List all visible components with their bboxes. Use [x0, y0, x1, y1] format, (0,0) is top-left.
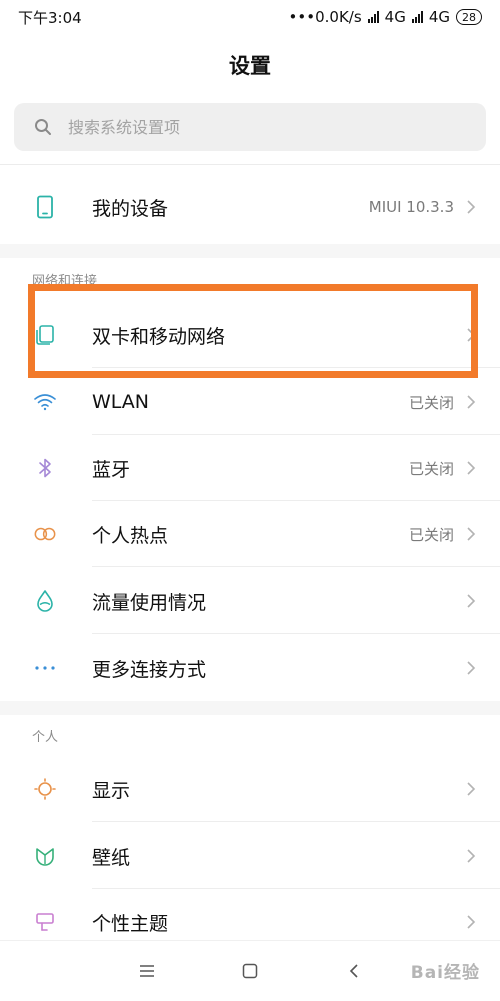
chevron-right-icon — [467, 915, 476, 929]
settings-item-label: 更多连接方式 — [92, 658, 207, 681]
settings-item-display[interactable]: 显示 — [0, 756, 500, 822]
page-title: 设置 — [229, 54, 271, 78]
home-button[interactable] — [236, 957, 264, 985]
menu-icon — [140, 965, 154, 977]
settings-item-value: 已关闭 — [408, 525, 454, 544]
chevron-right-icon — [467, 200, 476, 214]
settings-item-data-usage[interactable]: 流量使用情况 — [0, 568, 500, 634]
chevron-right-icon — [467, 782, 476, 796]
sim1-network-type: 4G — [384, 8, 406, 26]
watermark: Bai经验 — [410, 963, 480, 983]
settings-item-label: 个性主题 — [92, 912, 169, 935]
settings-item-wlan[interactable]: WLAN 已关闭 — [0, 369, 500, 435]
settings-item-label: 个人热点 — [92, 524, 169, 547]
chevron-right-icon — [467, 849, 476, 863]
search-bar[interactable] — [14, 103, 486, 151]
settings-item-value: MIUI 10.3.3 — [368, 198, 454, 216]
chevron-right-icon — [467, 461, 476, 475]
settings-item-label: 流量使用情况 — [92, 591, 207, 614]
section-title-personal: 个人 — [32, 730, 59, 745]
battery-icon: 28 — [456, 9, 482, 25]
chevron-right-icon — [467, 594, 476, 608]
settings-item-label: 双卡和移动网络 — [92, 325, 226, 348]
signal-icon — [367, 11, 379, 23]
sim2-network-type: 4G — [428, 8, 450, 26]
section-gap — [0, 701, 500, 715]
status-time: 下午3:04 — [18, 8, 82, 27]
settings-item-label: WLAN — [92, 391, 150, 413]
more-icon — [33, 656, 57, 680]
signal-icon — [411, 11, 423, 23]
settings-item-label: 壁纸 — [92, 846, 131, 869]
menu-button[interactable] — [133, 957, 161, 985]
theme-icon — [33, 910, 57, 934]
settings-item-dual-sim[interactable]: 双卡和移动网络 — [0, 302, 500, 368]
settings-item-label: 蓝牙 — [92, 458, 131, 481]
wallpaper-icon — [33, 844, 57, 868]
settings-item-my-device[interactable]: 我的设备 MIUI 10.3.3 — [0, 174, 500, 240]
divider — [0, 164, 500, 165]
phone-icon — [33, 195, 57, 219]
status-bar: 下午3:04 •••0.0K/s 4G 4G 28 — [0, 0, 500, 34]
chevron-right-icon — [467, 661, 476, 675]
section-gap — [0, 244, 500, 258]
settings-item-hotspot[interactable]: 个人热点 已关闭 — [0, 501, 500, 567]
back-button[interactable] — [340, 957, 368, 985]
wifi-icon — [33, 390, 57, 414]
hotspot-icon — [33, 522, 57, 546]
display-icon — [33, 777, 57, 801]
settings-item-bluetooth[interactable]: 蓝牙 已关闭 — [0, 435, 500, 501]
status-indicators: •••0.0K/s 4G 4G 28 — [289, 8, 482, 26]
settings-item-label: 我的设备 — [92, 197, 169, 220]
settings-item-value: 已关闭 — [408, 459, 454, 478]
settings-item-more-connections[interactable]: 更多连接方式 — [0, 635, 500, 701]
search-icon — [35, 119, 51, 135]
section-title-network: 网络和连接 — [32, 274, 98, 289]
settings-item-wallpaper[interactable]: 壁纸 — [0, 823, 500, 889]
settings-item-label: 显示 — [92, 779, 131, 802]
settings-item-value: 已关闭 — [408, 393, 454, 412]
chevron-right-icon — [467, 527, 476, 541]
chevron-right-icon — [467, 395, 476, 409]
chevron-right-icon — [467, 328, 476, 342]
search-input[interactable] — [66, 116, 450, 138]
sim-card-icon — [33, 323, 57, 347]
data-usage-icon — [33, 589, 57, 613]
home-icon — [242, 963, 258, 979]
back-icon — [349, 964, 358, 978]
network-speed: •••0.0K/s — [288, 8, 362, 26]
bluetooth-icon — [33, 456, 57, 480]
